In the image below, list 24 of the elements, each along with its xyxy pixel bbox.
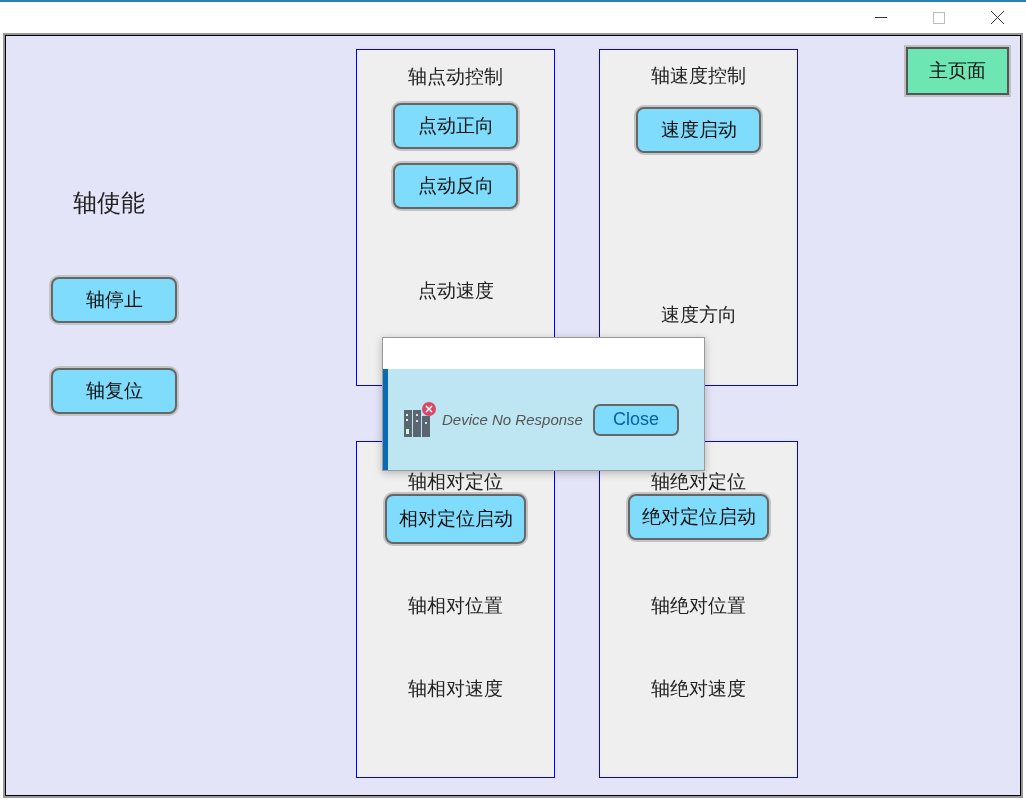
building-error-icon [402,401,438,438]
field-label: 点动速度 [417,279,494,301]
action-button[interactable]: 绝对定位启动 [628,494,769,540]
field-label: 轴绝对位置 [651,594,746,616]
panel-title: 轴相对定位 [408,470,503,492]
field-label: 轴相对速度 [408,677,503,699]
close-icon[interactable] [990,11,1004,24]
home-button[interactable]: 主页面 [906,47,1009,95]
field-label: 轴绝对速度 [651,677,746,699]
axis-button[interactable]: 轴停止 [51,277,177,323]
action-button[interactable]: 相对定位启动 [385,494,526,544]
error-message: Device No Response [442,411,583,428]
action-button[interactable]: 点动正向 [393,103,518,149]
action-button[interactable]: 点动反向 [393,163,518,209]
panel-title: 轴绝对定位 [651,470,746,492]
close-button[interactable]: Close [592,403,679,436]
field-label: 轴相对位置 [408,594,503,616]
section-title: 轴使能 [73,188,145,219]
panel-title: 轴点动控制 [408,65,503,87]
minimize-icon[interactable] [875,16,887,19]
action-button[interactable]: 速度启动 [636,107,761,153]
axis-button[interactable]: 轴复位 [51,368,177,414]
field-label: 速度方向 [660,303,737,325]
panel-title: 轴速度控制 [651,64,746,86]
